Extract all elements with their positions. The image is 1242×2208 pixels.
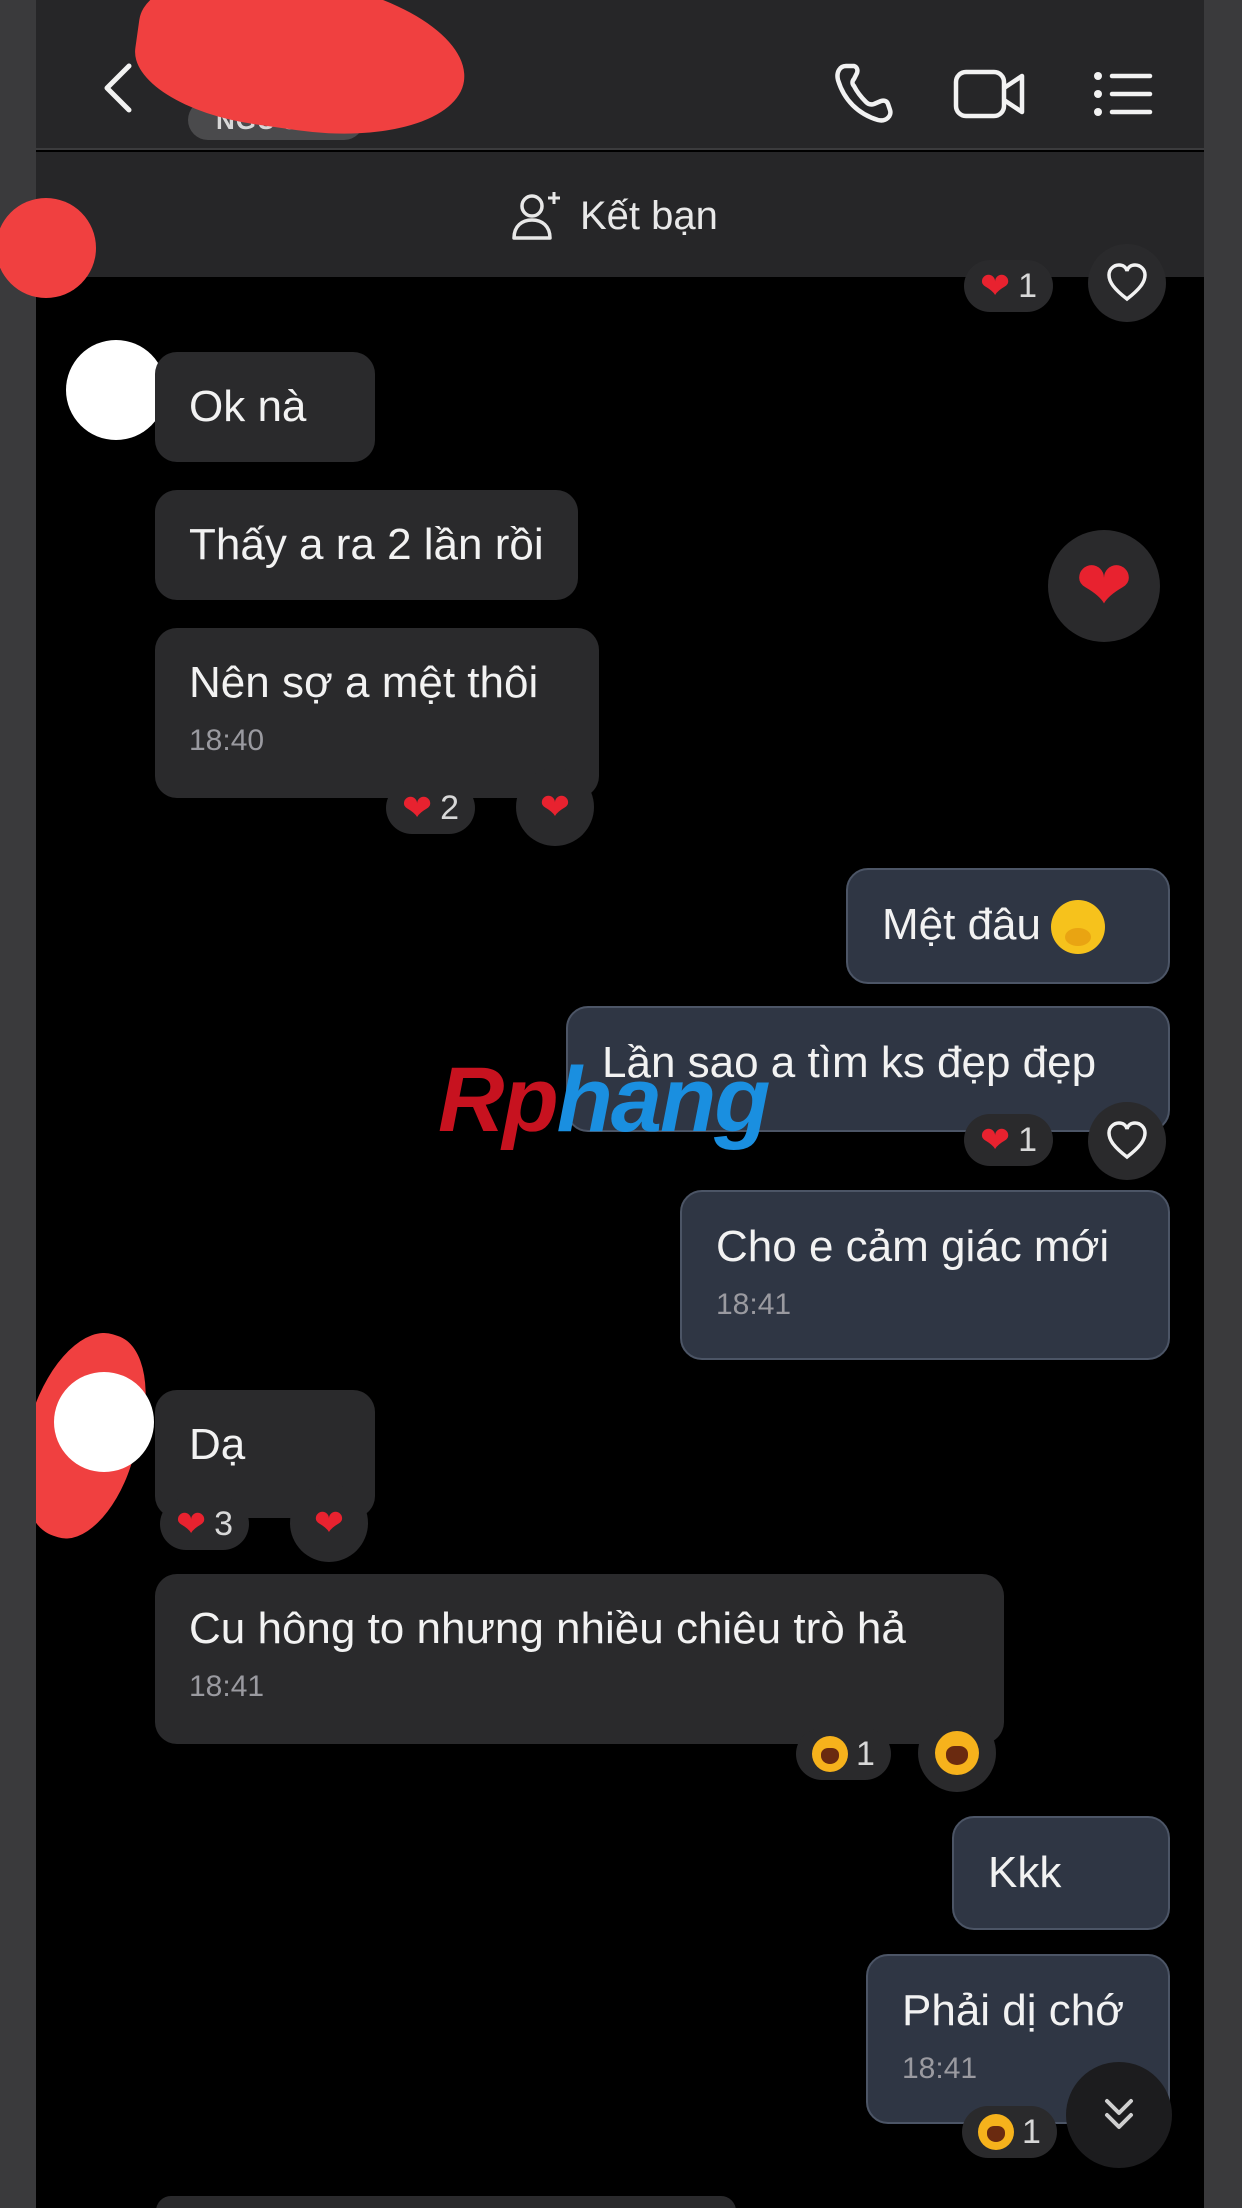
- react-heart-button[interactable]: ❤: [290, 1484, 368, 1562]
- message-text: Thấy a ra 2 lần rồi: [189, 520, 544, 569]
- message-bubble-incoming[interactable]: Nên sợ a mệt thôi 18:40: [155, 628, 599, 798]
- add-friend-label: Kết bạn: [580, 193, 718, 238]
- phone-icon[interactable]: [828, 58, 898, 128]
- react-laugh-button[interactable]: [918, 1714, 996, 1792]
- message-time: 18:41: [716, 1288, 792, 1321]
- add-friend-bar[interactable]: Kết bạn: [36, 152, 1204, 277]
- react-heart-button[interactable]: [1088, 1102, 1166, 1180]
- chat-header: NGƯỜI L: [36, 0, 1204, 153]
- message-bubble-outgoing[interactable]: Kkk: [952, 1816, 1170, 1930]
- reaction-count: 3: [214, 1504, 234, 1543]
- reaction-summary[interactable]: 1: [962, 2106, 1057, 2158]
- heart-outline-icon: [1107, 1121, 1147, 1160]
- message-text: Cho e cảm giác mới: [716, 1222, 1110, 1271]
- add-person-icon: [512, 192, 560, 240]
- message-text: Nên sợ a mệt thôi: [189, 658, 539, 707]
- message-bubble-incoming[interactable]: Thấy a ra 2 lần rồi: [155, 490, 578, 600]
- react-heart-button[interactable]: [1088, 244, 1166, 322]
- avatar[interactable]: [66, 340, 166, 440]
- react-heart-button[interactable]: ❤: [1048, 530, 1160, 642]
- heart-icon: ❤: [313, 1502, 345, 1543]
- redaction-mark: [127, 0, 475, 153]
- double-chevron-down-icon: [1105, 2099, 1133, 2129]
- reaction-summary[interactable]: 1: [796, 1728, 891, 1780]
- redaction-mark: [0, 198, 96, 298]
- reaction-count: 1: [856, 1734, 875, 1773]
- reaction-count: 1: [1018, 1120, 1038, 1159]
- message-text: Mệt đâu: [882, 900, 1041, 949]
- message-bubble-incoming[interactable]: Ok nà: [155, 352, 375, 462]
- react-heart-button[interactable]: ❤: [516, 768, 594, 846]
- heart-icon: ❤: [539, 786, 571, 827]
- message-bubble-outgoing[interactable]: Cho e cảm giác mới 18:41: [680, 1190, 1170, 1360]
- add-friend-button[interactable]: Kết bạn: [510, 188, 718, 244]
- reaction-summary[interactable]: ❤ 1: [964, 1114, 1054, 1166]
- message-text: Phải dị chớ: [902, 1986, 1125, 2035]
- laughing-emoji-icon: [812, 1736, 848, 1772]
- video-camera-icon[interactable]: [952, 58, 1028, 128]
- message-text: Ok nà: [189, 382, 307, 431]
- message-time: 18:41: [189, 1670, 265, 1703]
- message-text: Kkk: [988, 1848, 1062, 1897]
- scroll-to-bottom-button[interactable]: [1066, 2062, 1172, 2168]
- message-time: 18:40: [189, 724, 265, 757]
- list-menu-icon[interactable]: [1088, 58, 1158, 128]
- heart-outline-icon: [1107, 263, 1147, 302]
- message-text: Dạ: [189, 1420, 246, 1469]
- laughing-emoji-icon: [978, 2114, 1014, 2150]
- next-message-peek: [156, 2196, 736, 2208]
- avatar[interactable]: [54, 1372, 154, 1472]
- heart-icon: ❤: [1075, 548, 1133, 624]
- chat-screen: NGƯỜI L Kết bạn ❤ 1 Ok nà Thấy a ra 2 lầ…: [36, 0, 1204, 2208]
- reaction-summary[interactable]: ❤ 3: [160, 1498, 250, 1550]
- watermark-logo: Rphang: [438, 1049, 770, 1151]
- reaction-summary[interactable]: ❤ 1: [964, 260, 1054, 312]
- reaction-count: 2: [440, 788, 460, 827]
- message-text: Cu hông to nhưng nhiều chiêu trò hả: [189, 1604, 906, 1653]
- hand-over-mouth-emoji: [1050, 900, 1105, 955]
- reaction-summary[interactable]: ❤ 2: [386, 782, 476, 834]
- reaction-count: 1: [1022, 2112, 1041, 2151]
- laughing-emoji-icon: [935, 1731, 979, 1775]
- heart-icon: ❤: [980, 265, 1011, 306]
- heart-icon: ❤: [402, 787, 433, 828]
- message-bubble-incoming[interactable]: Cu hông to nhưng nhiều chiêu trò hả 18:4…: [155, 1574, 1004, 1744]
- reaction-count: 1: [1018, 266, 1038, 305]
- heart-icon: ❤: [980, 1119, 1011, 1160]
- message-bubble-outgoing[interactable]: Mệt đâu: [846, 868, 1170, 985]
- heart-icon: ❤: [176, 1503, 207, 1544]
